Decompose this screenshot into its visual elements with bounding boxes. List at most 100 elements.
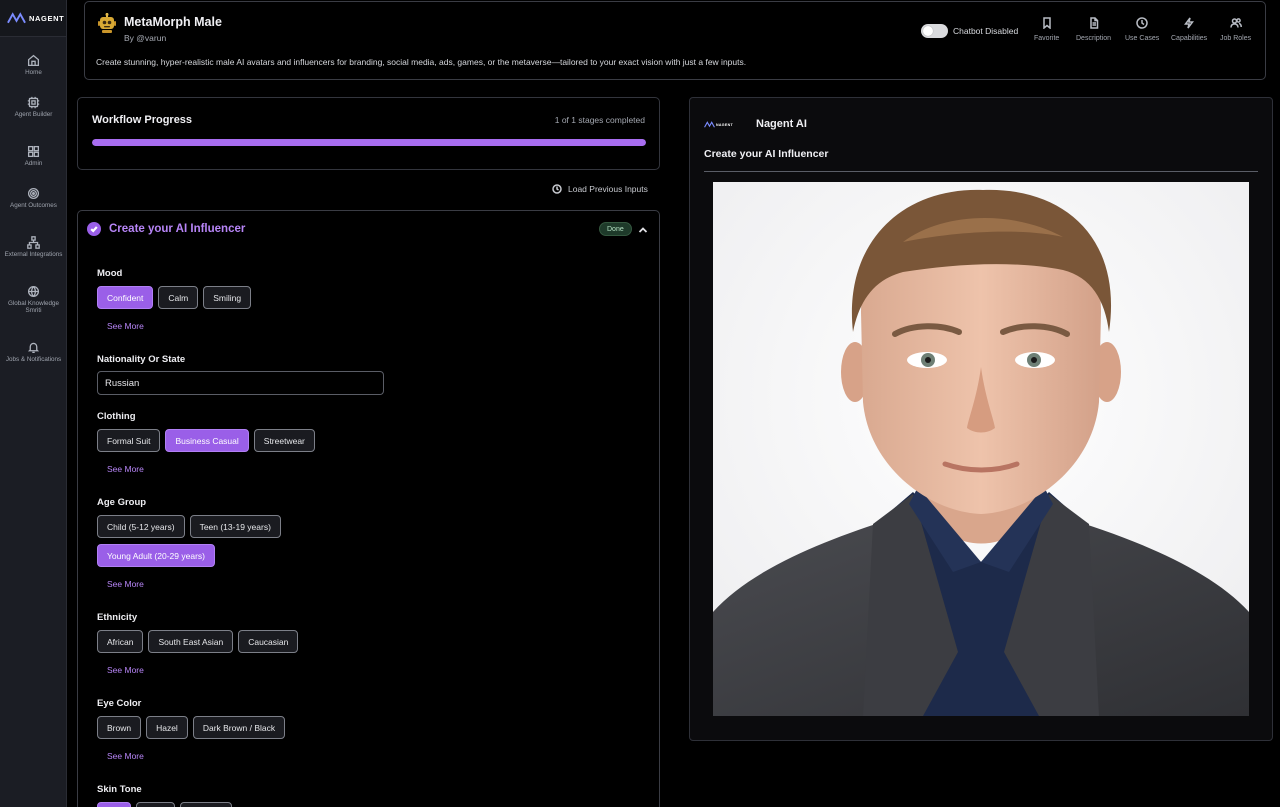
history-icon <box>552 184 562 194</box>
use-cases-button[interactable]: Use Cases <box>1125 17 1159 42</box>
sidebar-item-jobs-notifications[interactable]: Jobs & Notifications <box>0 341 67 363</box>
age-option-young-adult[interactable]: Young Adult (20-29 years) <box>97 544 215 567</box>
home-icon <box>27 54 40 67</box>
description-button[interactable]: Description <box>1076 17 1111 42</box>
sidebar-item-label: Home <box>25 69 42 76</box>
sidebar-item-label: Agent Outcomes <box>10 202 57 209</box>
generated-influencer-image[interactable] <box>713 182 1249 716</box>
bookmark-icon <box>1042 17 1051 29</box>
clothing-option-business-casual[interactable]: Business Casual <box>165 429 249 452</box>
nagent-logo-icon <box>704 121 715 128</box>
load-previous-inputs-button[interactable]: Load Previous Inputs <box>552 184 648 194</box>
skin-tone-option[interactable] <box>180 802 232 807</box>
bell-icon <box>27 342 40 354</box>
workflow-progress-bar <box>92 139 646 146</box>
sidebar-item-label: Global Knowledge Smriti <box>7 300 60 314</box>
age-option-teen[interactable]: Teen (13-19 years) <box>189 515 281 538</box>
robot-icon <box>98 13 116 33</box>
stage-form-card: Create your AI Influencer Done Mood Conf… <box>77 210 660 807</box>
sidebar-item-agent-outcomes[interactable]: Agent Outcomes <box>0 187 67 209</box>
chatbot-toggle-group: Chatbot Disabled <box>921 24 1018 38</box>
output-agent-name: Nagent AI <box>756 118 807 130</box>
sidebar-item-global-knowledge[interactable]: Global Knowledge Smriti <box>0 285 67 314</box>
mood-see-more-link[interactable]: See More <box>107 321 144 331</box>
target-icon <box>27 187 40 200</box>
chatbot-toggle-label: Chatbot Disabled <box>953 26 1019 36</box>
agent-header: MetaMorph Male By @varun Create stunning… <box>84 1 1266 80</box>
output-panel: NAGENT Nagent AI Create your AI Influenc… <box>689 97 1273 741</box>
output-title: Create your AI Influencer <box>704 148 829 160</box>
mood-options: Confident Calm Smiling <box>97 286 252 309</box>
age-option-child[interactable]: Child (5-12 years) <box>97 515 185 538</box>
mood-option-calm[interactable]: Calm <box>158 286 199 309</box>
bolt-icon <box>1184 17 1195 29</box>
ethnicity-see-more-link[interactable]: See More <box>107 665 144 675</box>
skin-tone-options <box>97 802 232 807</box>
sidebar-item-admin[interactable]: Admin <box>0 145 67 167</box>
clothing-option-streetwear[interactable]: Streetwear <box>253 429 315 452</box>
age-group-label: Age Group <box>97 497 147 508</box>
stage-title: Create your AI Influencer <box>109 223 246 235</box>
workflow-progress-card: Workflow Progress 1 of 1 stages complete… <box>77 97 660 170</box>
output-logo-text: NAGENT <box>716 122 733 127</box>
stage-complete-icon <box>87 222 101 236</box>
knowledge-icon <box>27 285 40 298</box>
sidebar-item-label: External Integrations <box>4 251 63 258</box>
stage-collapse-button[interactable] <box>637 223 649 235</box>
grid-icon <box>27 145 40 158</box>
sidebar-item-agent-builder[interactable]: Agent Builder <box>0 96 67 118</box>
description-label: Description <box>1076 35 1112 42</box>
users-icon <box>1229 18 1242 28</box>
ethnicity-option-south-east-asian[interactable]: South East Asian <box>148 630 234 653</box>
eye-color-option-hazel[interactable]: Hazel <box>146 716 188 739</box>
ethnicity-option-caucasian[interactable]: Caucasian <box>238 630 299 653</box>
chip-icon <box>27 96 40 109</box>
mood-option-smiling[interactable]: Smiling <box>203 286 252 309</box>
sidebar-item-label: Admin <box>24 160 43 167</box>
use-cases-label: Use Cases <box>1125 35 1160 42</box>
ethnicity-options: African South East Asian Caucasian <box>97 630 299 653</box>
age-group-see-more-link[interactable]: See More <box>107 579 144 589</box>
chevron-up-icon <box>638 227 648 233</box>
nagent-output-logo: NAGENT <box>704 116 738 133</box>
document-icon <box>1089 17 1098 29</box>
eye-color-option-dark-brown-black[interactable]: Dark Brown / Black <box>192 716 286 739</box>
job-roles-button[interactable]: Job Roles <box>1220 17 1251 42</box>
age-group-options-row-1: Child (5-12 years) Teen (13-19 years) <box>97 515 281 538</box>
skin-tone-label: Skin Tone <box>97 784 142 795</box>
nagent-logo-icon <box>7 12 26 24</box>
check-icon <box>90 226 98 233</box>
output-divider <box>704 171 1258 172</box>
mood-label: Mood <box>97 268 123 279</box>
clothing-label: Clothing <box>97 411 136 422</box>
agent-author: By @varun <box>124 33 167 43</box>
capabilities-button[interactable]: Capabilities <box>1171 17 1207 42</box>
chatbot-toggle[interactable] <box>921 24 948 38</box>
ethnicity-label: Ethnicity <box>97 612 138 623</box>
eye-color-option-brown[interactable]: Brown <box>97 716 142 739</box>
clothing-see-more-link[interactable]: See More <box>107 464 144 474</box>
eye-color-see-more-link[interactable]: See More <box>107 751 144 761</box>
sidebar-item-label: Jobs & Notifications <box>5 356 62 363</box>
capabilities-label: Capabilities <box>1171 35 1208 42</box>
brand-name: NAGENT <box>29 13 65 23</box>
ethnicity-option-african[interactable]: African <box>97 630 144 653</box>
stage-status-badge: Done <box>599 222 632 236</box>
skin-tone-option[interactable] <box>136 802 175 807</box>
clock-icon <box>1136 17 1148 29</box>
workflow-stage-count: 1 of 1 stages completed <box>554 115 645 125</box>
clothing-options: Formal Suit Business Casual Streetwear <box>97 429 315 452</box>
favorite-button[interactable]: Favorite <box>1034 17 1059 42</box>
favorite-label: Favorite <box>1034 35 1060 42</box>
mood-option-confident[interactable]: Confident <box>97 286 154 309</box>
workflow-progress-fill <box>92 139 646 146</box>
sidebar-item-home[interactable]: Home <box>0 54 67 76</box>
clothing-option-formal-suit[interactable]: Formal Suit <box>97 429 161 452</box>
sidebar-item-external-integrations[interactable]: External Integrations <box>0 236 67 258</box>
skin-tone-option[interactable] <box>97 802 131 807</box>
brand-logo[interactable]: NAGENT <box>0 0 66 37</box>
nationality-input[interactable]: Russian <box>97 371 384 395</box>
portrait-illustration <box>713 182 1249 716</box>
sidebar-item-label: Agent Builder <box>14 111 53 118</box>
agent-title: MetaMorph Male <box>124 15 222 29</box>
